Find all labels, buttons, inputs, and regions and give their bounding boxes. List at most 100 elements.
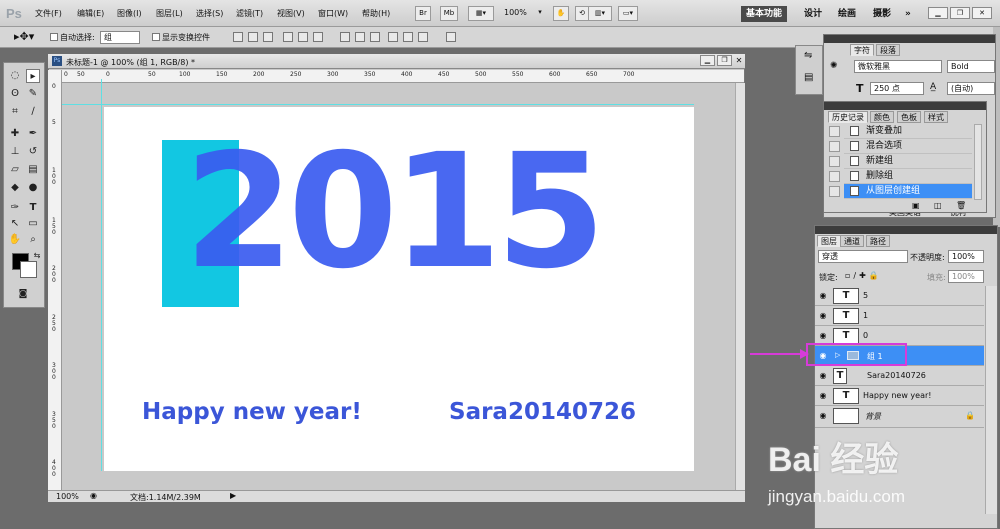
align-bottom-icon[interactable]: [263, 32, 273, 42]
layer-row-background[interactable]: ◉ 背景 🔒: [815, 406, 984, 428]
history-snapshot-box[interactable]: [829, 141, 840, 152]
menu-window[interactable]: 窗口(W): [318, 8, 348, 19]
tab-paragraph[interactable]: 段落: [876, 44, 900, 56]
new-document-icon[interactable]: ▣: [912, 201, 920, 210]
history-scrollbar[interactable]: [974, 124, 982, 200]
workspace-painting[interactable]: 绘画: [833, 6, 861, 22]
layer-row[interactable]: ◉ T 5: [815, 286, 984, 306]
history-snapshot-box[interactable]: [829, 186, 840, 197]
hand-tool-icon[interactable]: ✋: [8, 233, 22, 247]
menu-select[interactable]: 选择(S): [196, 8, 223, 19]
eyedropper-tool-icon[interactable]: ∕: [26, 105, 40, 119]
show-transform-checkbox[interactable]: [152, 33, 160, 41]
eye-icon[interactable]: ◉: [818, 411, 828, 420]
rotate-view-icon[interactable]: ⟲: [575, 6, 589, 21]
background-color-swatch[interactable]: [20, 261, 37, 278]
status-icon[interactable]: ◉: [90, 491, 97, 500]
font-family-dropdown[interactable]: 微软雅黑: [854, 60, 942, 73]
gradient-tool-icon[interactable]: ▤: [26, 163, 40, 177]
hand-tool-icon[interactable]: ✋: [553, 6, 569, 21]
mini-bridge-button[interactable]: Mb: [440, 6, 458, 21]
workspace-photography[interactable]: 摄影: [868, 6, 896, 22]
move-tool-icon[interactable]: ▸: [26, 69, 40, 83]
tab-layers[interactable]: 图层: [817, 235, 841, 247]
align-top-icon[interactable]: [233, 32, 243, 42]
zoom-level[interactable]: 100%: [504, 8, 527, 17]
tab-swatches[interactable]: 色板: [897, 111, 921, 123]
distribute-bottom-icon[interactable]: [370, 32, 380, 42]
crop-tool-icon[interactable]: ⌗: [8, 105, 22, 119]
tab-styles[interactable]: 样式: [924, 111, 948, 123]
snapshot-icon[interactable]: ◫: [934, 201, 942, 210]
quick-mask-icon[interactable]: ◙: [16, 287, 30, 301]
auto-select-dropdown[interactable]: 组: [100, 31, 140, 44]
canvas[interactable]: 2015 Happy new year! Sara20140726: [62, 79, 694, 471]
view-extras-icon[interactable]: ▦▾: [468, 6, 494, 21]
align-vcenter-icon[interactable]: [248, 32, 258, 42]
eye-icon[interactable]: ◉: [818, 331, 828, 340]
document-tab[interactable]: Ps 未标题-1 @ 100% (组 1, RGB/8) * ▁ ❐ ✕: [48, 54, 745, 69]
eye-icon[interactable]: ◉: [818, 291, 828, 300]
panel-icon[interactable]: ✺: [830, 61, 838, 71]
menu-image[interactable]: 图像(I): [117, 8, 142, 19]
font-size-field[interactable]: 250 点: [870, 82, 924, 95]
font-style-dropdown[interactable]: Bold: [947, 60, 995, 73]
shape-tool-icon[interactable]: ▭: [26, 217, 40, 231]
auto-select-checkbox[interactable]: [50, 33, 58, 41]
workspace-essentials[interactable]: 基本功能: [741, 6, 788, 22]
type-tool-icon[interactable]: T: [26, 201, 40, 215]
close-icon[interactable]: ✕: [972, 7, 992, 19]
leading-field[interactable]: (自动): [947, 82, 995, 95]
eye-icon[interactable]: ◉: [818, 371, 828, 380]
vertical-scrollbar[interactable]: [735, 83, 745, 490]
distribute-left-icon[interactable]: [388, 32, 398, 42]
eye-icon[interactable]: ◉: [818, 311, 828, 320]
history-item[interactable]: 新建组: [844, 154, 972, 169]
distribute-right-icon[interactable]: [418, 32, 428, 42]
menu-help[interactable]: 帮助(H): [362, 8, 390, 19]
history-item-current[interactable]: 从图层创建组: [844, 184, 972, 199]
screen-mode-icon[interactable]: ▭▾: [618, 6, 638, 21]
menu-filter[interactable]: 滤镜(T): [236, 8, 263, 19]
history-snapshot-box[interactable]: [829, 156, 840, 167]
marquee-tool-icon[interactable]: ◌: [8, 69, 22, 83]
lock-icons[interactable]: ▫∕✚🔒: [845, 271, 882, 280]
workspaces-more-button[interactable]: »: [900, 6, 916, 22]
path-select-tool-icon[interactable]: ↖: [8, 217, 22, 231]
blend-mode-dropdown[interactable]: 穿透: [818, 250, 908, 263]
align-left-icon[interactable]: [283, 32, 293, 42]
dodge-tool-icon[interactable]: ●: [26, 181, 40, 195]
layer-row[interactable]: ◉ T 1: [815, 306, 984, 326]
layers-scrollbar[interactable]: [985, 286, 997, 514]
history-item[interactable]: 渐变叠加: [844, 124, 972, 139]
tab-paths[interactable]: 路径: [866, 235, 890, 247]
restore-icon[interactable]: ❐: [950, 7, 970, 19]
zoom-tool-icon[interactable]: ⌕: [26, 233, 40, 247]
blur-tool-icon[interactable]: ◆: [8, 181, 22, 195]
menu-view[interactable]: 视图(V): [277, 8, 305, 19]
trash-icon[interactable]: 🗑: [956, 201, 966, 210]
healing-brush-tool-icon[interactable]: ✚: [8, 127, 22, 141]
workspace-design[interactable]: 设计: [799, 6, 827, 22]
distribute-hcenter-icon[interactable]: [403, 32, 413, 42]
history-item[interactable]: 删除组: [844, 169, 972, 184]
quick-select-tool-icon[interactable]: ✎: [26, 87, 40, 101]
menu-edit[interactable]: 编辑(E): [77, 8, 104, 19]
align-right-icon[interactable]: [313, 32, 323, 42]
opacity-field[interactable]: 100%: [948, 250, 984, 263]
align-hcenter-icon[interactable]: [298, 32, 308, 42]
pen-tool-icon[interactable]: ✑: [8, 201, 22, 215]
eraser-tool-icon[interactable]: ▱: [8, 163, 22, 177]
tab-history[interactable]: 历史记录: [828, 111, 868, 123]
layer-row[interactable]: ◉ T Happy new year!: [815, 386, 984, 406]
menu-file[interactable]: 文件(F): [35, 8, 62, 19]
layer-row[interactable]: ◉ T Sara20140726: [815, 366, 984, 386]
swap-colors-icon[interactable]: ⇆: [30, 249, 44, 263]
tab-character[interactable]: 字符: [850, 44, 874, 56]
tab-color[interactable]: 颜色: [870, 111, 894, 123]
move-tool-icon[interactable]: ▸✥▾: [14, 30, 34, 43]
brush-tool-icon[interactable]: ✒: [26, 127, 40, 141]
doc-restore-icon[interactable]: ❐: [717, 55, 732, 66]
zoom-dropdown-icon[interactable]: ▾: [535, 6, 545, 21]
history-snapshot-box[interactable]: [829, 126, 840, 137]
